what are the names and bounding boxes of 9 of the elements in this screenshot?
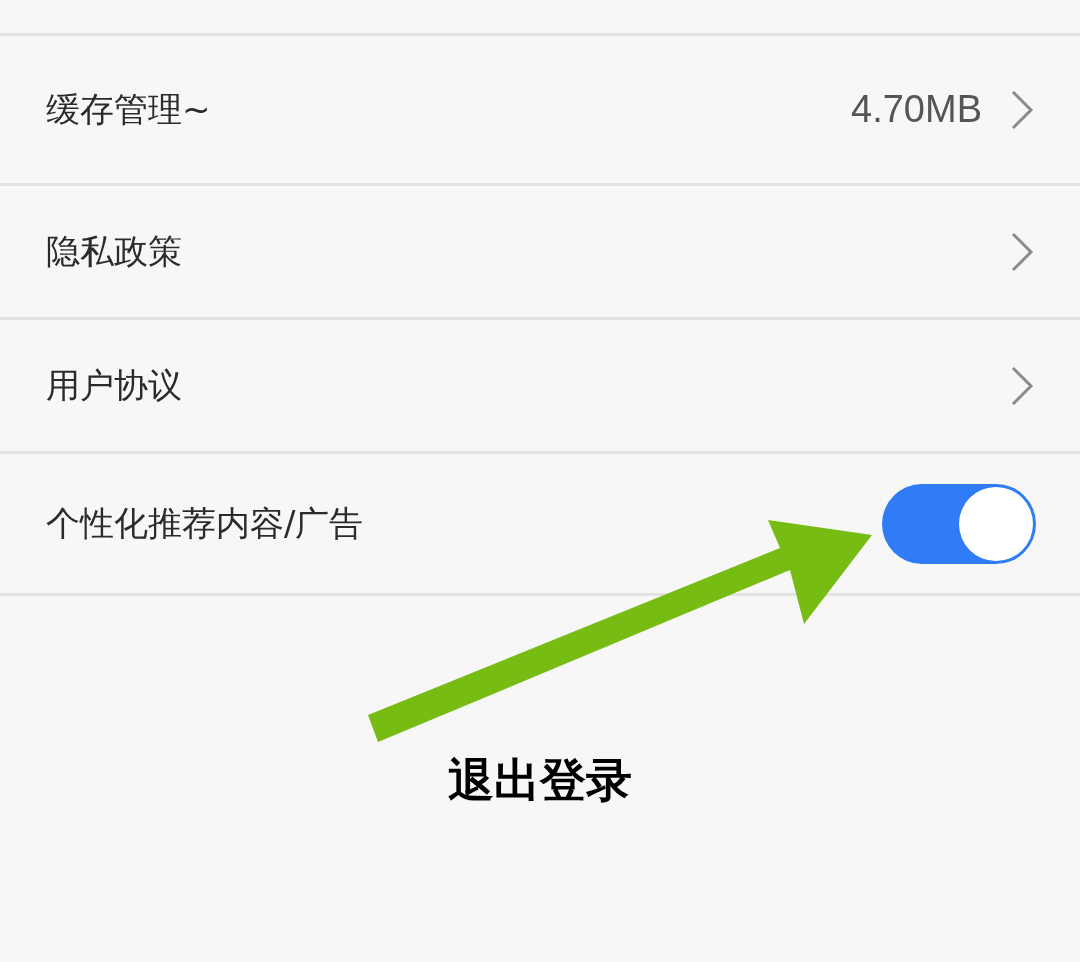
setting-label: 缓存管理~ <box>46 88 211 131</box>
chevron-icon <box>1010 230 1034 273</box>
logout-button[interactable]: 退出登录 <box>448 746 632 815</box>
chevron-icon <box>1010 88 1034 131</box>
setting-label: 用户协议 <box>46 364 182 407</box>
chevron-icon <box>1010 364 1034 407</box>
cache-size: 4.70MB <box>851 87 982 132</box>
setting-label: 隐私政策 <box>46 230 182 273</box>
setting-label: 个性化推荐内容/广告 <box>46 502 364 545</box>
